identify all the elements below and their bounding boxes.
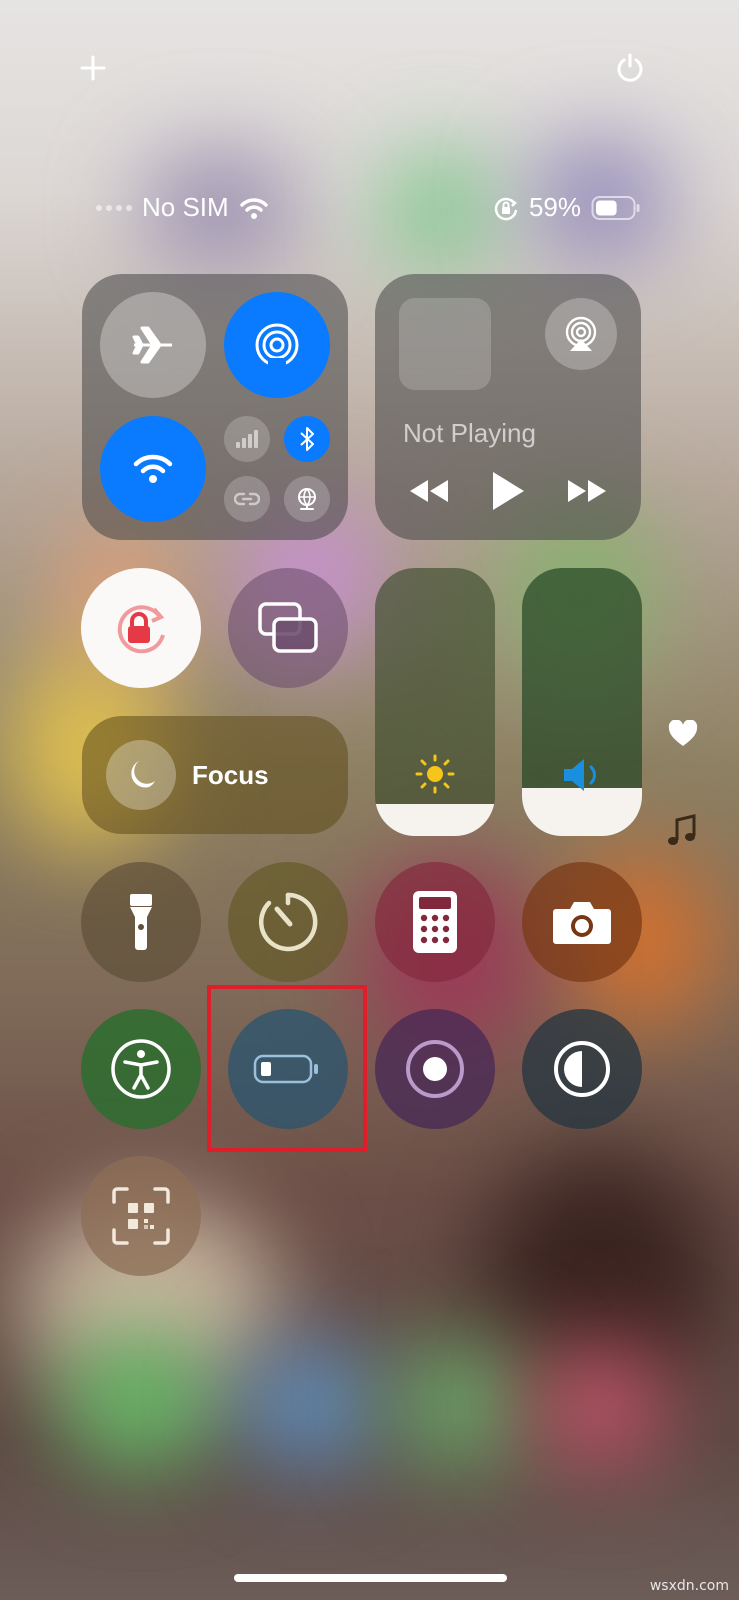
power-button[interactable]	[612, 50, 648, 86]
bluetooth-toggle[interactable]	[284, 416, 330, 462]
timer-button[interactable]	[228, 862, 348, 982]
plus-icon	[80, 55, 106, 81]
volume-level-fill	[522, 787, 642, 836]
flashlight-button[interactable]	[81, 862, 201, 982]
highlight-box	[207, 985, 367, 1152]
orientation-lock-toggle[interactable]	[81, 568, 201, 688]
play-icon[interactable]	[490, 470, 526, 512]
connectivity-tile	[82, 274, 348, 540]
airplay-audio-icon	[565, 316, 597, 351]
speaker-icon	[564, 759, 596, 791]
flashlight-icon	[130, 894, 152, 950]
wifi-icon	[239, 197, 268, 219]
fast-forward-icon[interactable]	[566, 478, 608, 504]
dark-mode-toggle[interactable]	[522, 1009, 642, 1129]
personal-hotspot-toggle[interactable]	[224, 476, 270, 522]
focus-label: Focus	[192, 760, 269, 790]
wifi-icon	[133, 454, 173, 483]
music-note-icon	[666, 814, 698, 853]
camera-button[interactable]	[522, 862, 642, 982]
screen-mirroring-toggle[interactable]	[228, 568, 348, 688]
watermark-text: wsxdn.com	[649, 1578, 729, 1594]
cellular-toggle[interactable]	[224, 416, 270, 462]
brightness-level-fill	[375, 803, 495, 836]
dark-mode-icon	[554, 1041, 610, 1097]
airplane-mode-toggle[interactable]	[100, 292, 206, 398]
camera-icon	[553, 902, 611, 944]
airdrop-icon	[255, 323, 299, 368]
timer-icon	[258, 892, 318, 952]
home-indicator[interactable]	[234, 1574, 507, 1582]
heart-icon	[668, 719, 698, 753]
accessibility-shortcut-button[interactable]	[81, 1009, 201, 1129]
vpn-toggle[interactable]	[284, 476, 330, 522]
media-player-tile[interactable]: Not Playing	[375, 274, 641, 540]
album-artwork	[399, 298, 491, 390]
rewind-icon[interactable]	[408, 478, 450, 504]
screen-recording-button[interactable]	[375, 1009, 495, 1129]
airplane-icon	[132, 326, 172, 364]
wifi-toggle[interactable]	[100, 416, 206, 522]
globe-network-icon	[298, 488, 316, 510]
qr-code-scanner-icon	[112, 1187, 170, 1245]
carrier-label: No SIM	[142, 192, 229, 222]
signal-dots-icon	[96, 204, 132, 211]
code-scanner-button[interactable]	[81, 1156, 201, 1276]
rotation-lock-icon	[494, 197, 518, 220]
battery-percent: 59%	[528, 192, 581, 222]
screen-mirroring-icon	[258, 602, 318, 653]
brightness-slider[interactable]	[375, 568, 495, 836]
battery-icon	[591, 195, 640, 220]
moon-icon	[131, 761, 155, 788]
volume-slider[interactable]	[522, 568, 642, 836]
focus-moon-badge	[106, 740, 176, 810]
accessibility-icon	[111, 1039, 171, 1099]
hotspot-icon	[234, 492, 260, 506]
now-playing-title: Not Playing	[403, 418, 536, 448]
bluetooth-icon	[300, 427, 314, 451]
status-bar: No SIM 59%	[0, 188, 739, 228]
focus-button[interactable]: Focus	[82, 716, 348, 834]
power-icon	[617, 53, 643, 82]
calculator-icon	[413, 891, 457, 953]
orientation-lock-icon	[117, 605, 165, 654]
airplay-button[interactable]	[545, 298, 617, 370]
add-button[interactable]	[75, 50, 111, 86]
sun-icon	[415, 754, 455, 794]
screen-record-icon	[406, 1040, 464, 1098]
calculator-button[interactable]	[375, 862, 495, 982]
airdrop-toggle[interactable]	[224, 292, 330, 398]
cellular-icon	[236, 430, 258, 448]
